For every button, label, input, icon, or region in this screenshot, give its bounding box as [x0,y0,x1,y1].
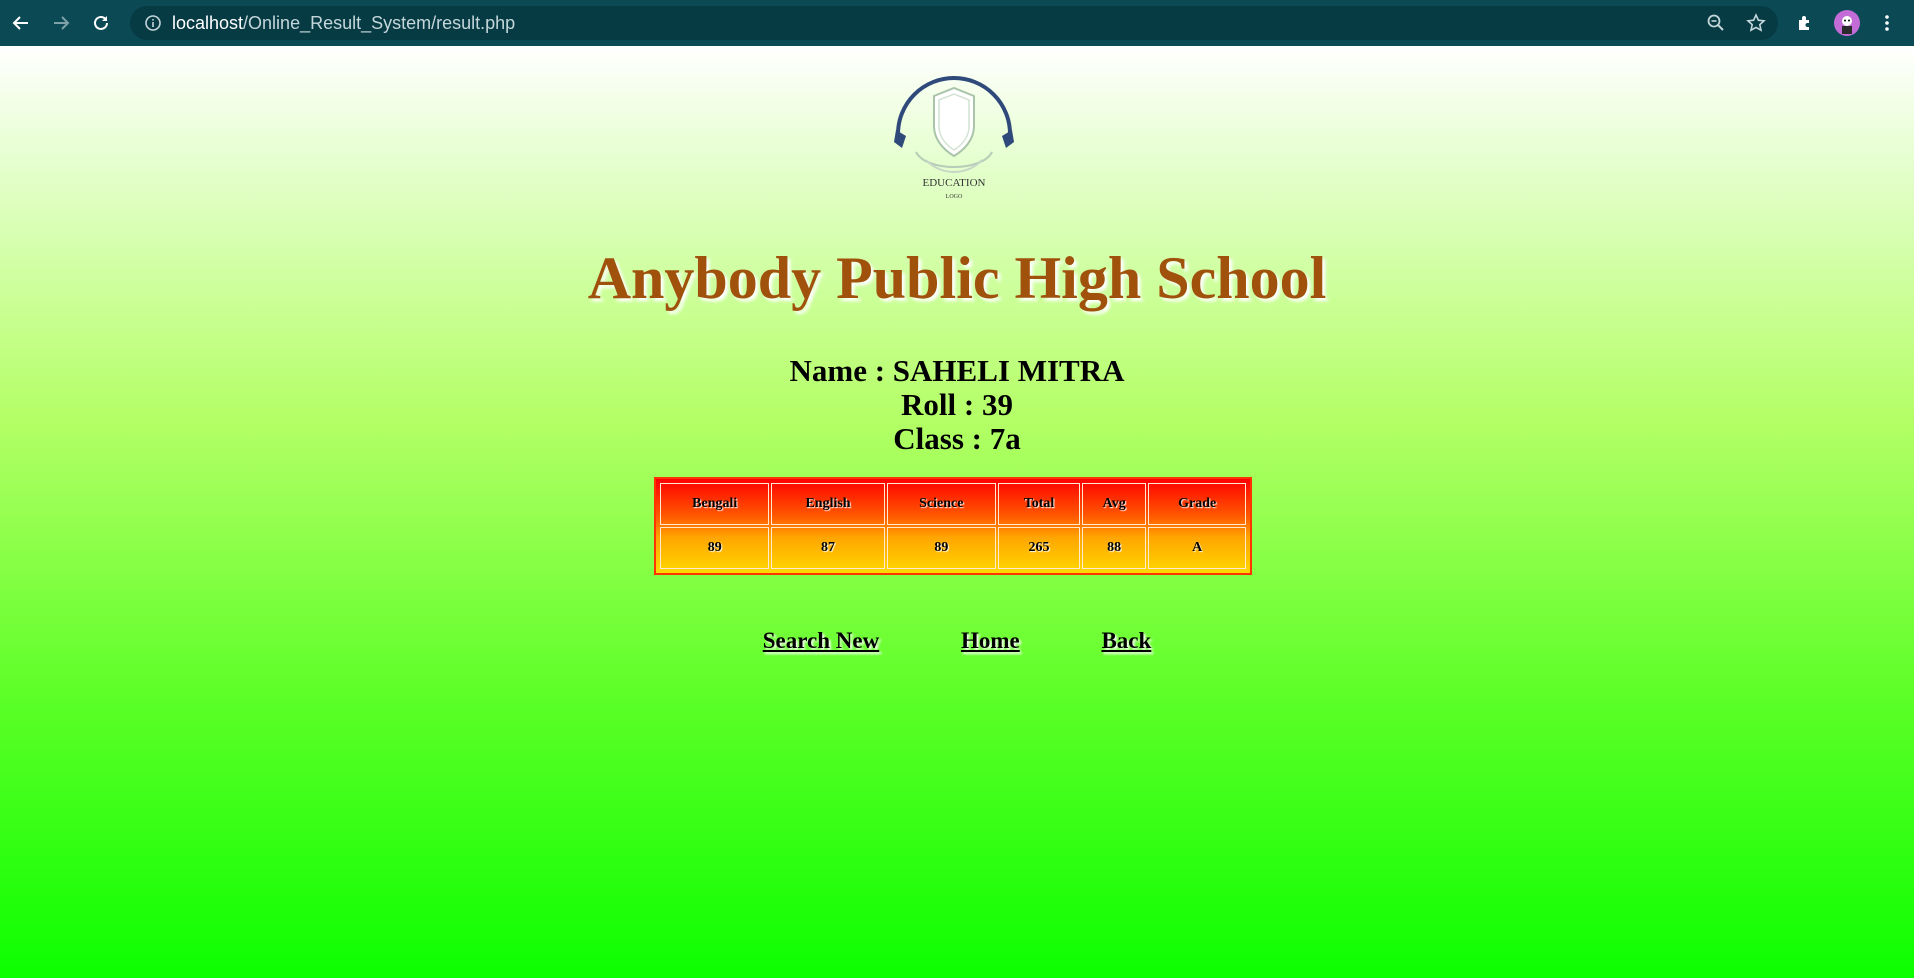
header-english: English [771,483,885,525]
value-grade: A [1148,527,1246,569]
back-link[interactable]: Back [1101,628,1151,653]
home-link[interactable]: Home [961,628,1020,653]
logo-text-education: EDUCATION [923,177,986,189]
browser-toolbar: localhost/Online_Result_System/result.ph… [0,0,1914,46]
value-english: 87 [771,527,885,569]
header-avg: Avg [1081,483,1147,525]
reload-icon[interactable] [86,8,116,38]
student-name: Name : SAHELI MITRA [789,353,1125,388]
header-total: Total [998,483,1080,525]
logo-text-logo: LOGO [946,194,963,200]
extensions-icon[interactable] [1790,8,1820,38]
header-grade: Grade [1148,483,1246,525]
forward-arrow-icon[interactable] [46,8,76,38]
education-logo: EDUCATION LOGO [886,52,1022,202]
url-path: /Online_Result_System/result.php [243,13,516,33]
student-class: Class : 7a [893,421,1021,456]
value-science: 89 [886,527,997,569]
value-total: 265 [998,527,1080,569]
student-info: Name : SAHELI MITRA Roll : 39 Class : 7a [0,354,1914,456]
search-new-link[interactable]: Search New [763,628,879,653]
value-bengali: 89 [660,527,770,569]
result-page: EDUCATION LOGO Anybody Public High Schoo… [0,46,1914,978]
result-header-row: Bengali English Science Total Avg Grade [660,483,1246,525]
info-icon[interactable] [144,14,162,37]
address-bar[interactable]: localhost/Online_Result_System/result.ph… [130,6,1778,40]
menu-dots-icon[interactable] [1872,8,1902,38]
zoom-icon[interactable] [1706,13,1726,38]
student-roll: Roll : 39 [901,387,1013,422]
star-icon[interactable] [1746,13,1766,38]
nav-links: Search New Home Back [0,628,1914,654]
url-host: localhost [172,13,244,33]
value-avg: 88 [1081,527,1147,569]
school-title: Anybody Public High School [587,245,1327,311]
header-science: Science [886,483,997,525]
header-bengali: Bengali [660,483,770,525]
url-text: localhost/Online_Result_System/result.ph… [172,6,515,40]
back-arrow-icon[interactable] [6,8,36,38]
result-table: Bengali English Science Total Avg Grade … [654,477,1252,575]
profile-avatar[interactable] [1834,10,1860,36]
result-value-row: 89 87 89 265 88 A [660,527,1246,569]
